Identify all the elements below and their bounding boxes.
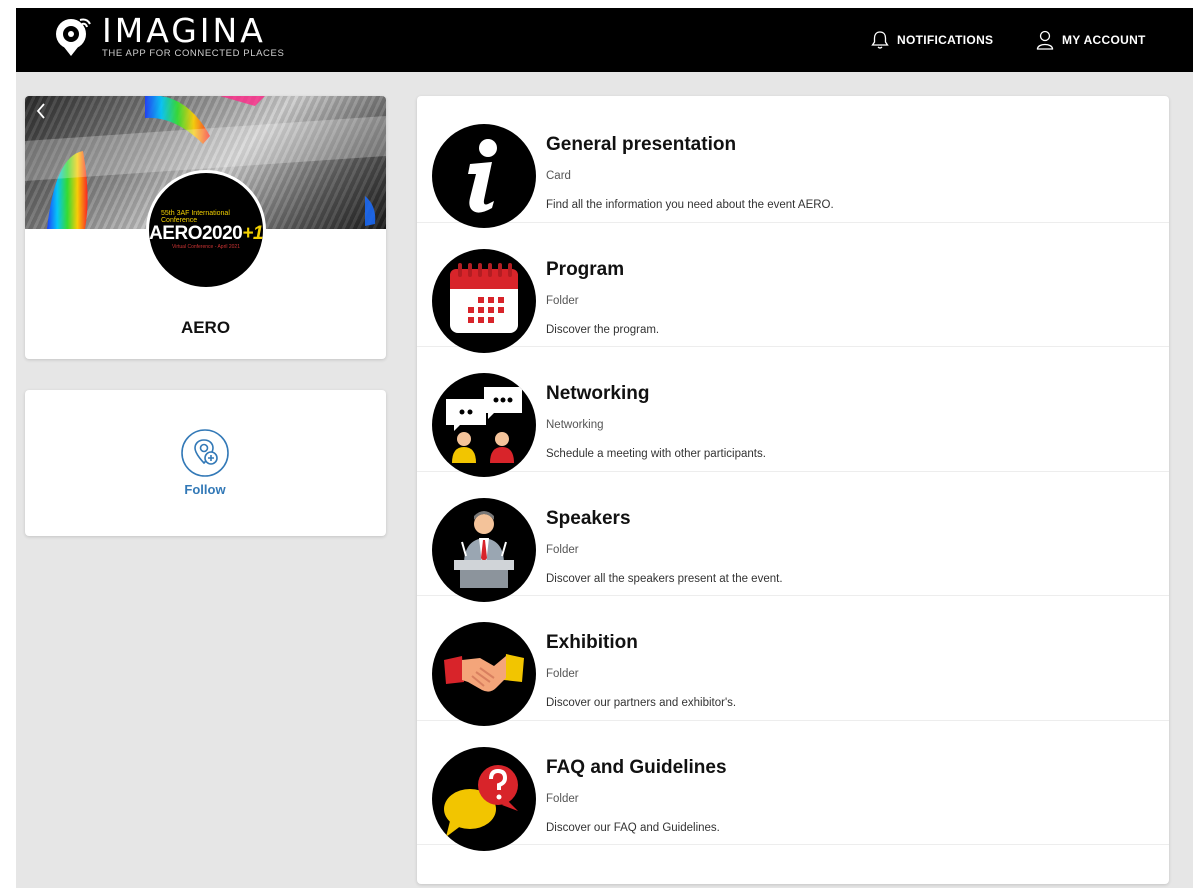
menu-item-description: Discover all the speakers present at the… [546, 572, 783, 585]
event-logo-superscript: 55th 3AF International Conference [161, 210, 230, 224]
handshake-icon [432, 622, 536, 726]
speaker-podium-icon [432, 497, 536, 602]
app-window: IMAGINA THE APP FOR CONNECTED PLACES NOT… [16, 8, 1193, 888]
info-icon [432, 124, 536, 228]
my-account-button[interactable]: MY ACCOUNT [1036, 8, 1146, 72]
user-icon [1036, 30, 1054, 50]
event-logo-title: AERO2020+1 [149, 223, 263, 244]
chat-people-icon [432, 373, 536, 477]
back-button[interactable] [35, 102, 47, 124]
menu-item-general-presentation[interactable]: General presentation Card Find all the i… [417, 98, 1169, 228]
menu-item-title: Networking [546, 383, 650, 404]
menu-item-title: FAQ and Guidelines [546, 756, 727, 778]
menu-item-networking[interactable]: Networking Networking Schedule a meeting… [417, 347, 1169, 477]
menu-item-description: Find all the information you need about … [546, 199, 834, 211]
menu-item-type: Folder [546, 543, 579, 556]
menu-item-description: Discover our FAQ and Guidelines. [546, 821, 720, 834]
event-name: AERO [180, 318, 231, 337]
menu-item-faq-and-guidelines[interactable]: FAQ and Guidelines Folder Discover our F… [417, 721, 1169, 851]
bell-icon [871, 31, 889, 49]
chevron-left-icon [36, 103, 45, 119]
follow-label: Follow [184, 482, 226, 497]
location-plus-icon [181, 429, 229, 477]
menu-item-title: Speakers [546, 507, 631, 529]
menu-item-type: Folder [546, 792, 579, 805]
brand-tagline: THE APP FOR CONNECTED PLACES [102, 48, 285, 59]
menu-item-description: Discover the program. [546, 323, 660, 336]
menu-item-description: Discover our partners and exhibitor's. [546, 697, 737, 709]
event-card: 55th 3AF International Conference AERO20… [25, 96, 386, 359]
calendar-icon [432, 248, 536, 353]
brand-name: IMAGINA [102, 11, 266, 50]
event-logo: 55th 3AF International Conference AERO20… [146, 170, 266, 290]
event-logo-caption: Virtual Conference - April 2021 [171, 244, 240, 250]
top-bar: IMAGINA THE APP FOR CONNECTED PLACES NOT… [16, 8, 1193, 72]
logo-pin-icon [54, 14, 94, 58]
notifications-label: NOTIFICATIONS [897, 33, 994, 47]
my-account-label: MY ACCOUNT [1062, 33, 1146, 47]
event-menu-list: General presentation Card Find all the i… [417, 96, 1169, 884]
menu-item-title: Program [546, 258, 625, 280]
menu-item-type: Folder [546, 668, 579, 680]
follow-button[interactable]: Follow [175, 428, 235, 497]
follow-card: Follow [25, 390, 386, 536]
menu-item-description: Schedule a meeting with other participan… [546, 448, 766, 460]
menu-item-type: Networking [546, 419, 604, 431]
notifications-button[interactable]: NOTIFICATIONS [871, 8, 993, 72]
menu-item-type: Folder [546, 294, 579, 307]
menu-item-program[interactable]: Program Folder Discover the program. [417, 223, 1169, 353]
brand-logo[interactable]: IMAGINA THE APP FOR CONNECTED PLACES [54, 14, 284, 60]
menu-item-title: Exhibition [546, 632, 638, 653]
menu-item-title: General presentation [546, 134, 737, 155]
faq-bubble-icon [432, 746, 536, 851]
menu-item-type: Card [546, 170, 571, 182]
menu-item-exhibition[interactable]: Exhibition Folder Discover our partners … [417, 596, 1169, 726]
menu-item-speakers[interactable]: Speakers Folder Discover all the speaker… [417, 472, 1169, 602]
